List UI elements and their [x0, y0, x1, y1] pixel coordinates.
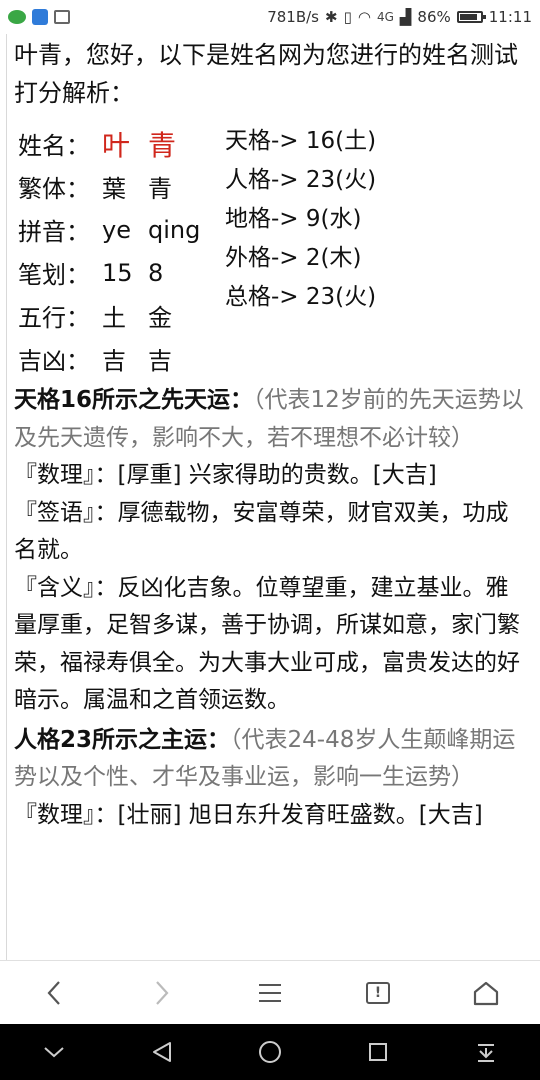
system-home-button[interactable] — [250, 1032, 290, 1072]
name-table: 姓名： 叶 青 繁体： 葉 青 拼音： ye qing 笔划： 15 8 五行： — [12, 122, 528, 380]
name-row-strokes: 笔划： 15 8 — [18, 251, 223, 294]
gallery-icon — [54, 10, 70, 24]
renge-section-head: 人格23所示之主运：（代表24-48岁人生颠峰期运势以及个性、才华及事业运，影响… — [12, 722, 528, 797]
system-back-button[interactable] — [142, 1032, 182, 1072]
tiange-shuli: 『数理』：[厚重] 兴家得助的贵数。[大吉] — [12, 457, 528, 495]
hanyi-label: 『含义』： — [14, 574, 118, 601]
name-info: 姓名： 叶 青 繁体： 葉 青 拼音： ye qing 笔划： 15 8 五行： — [18, 122, 223, 380]
row-value: 吉 — [102, 347, 126, 375]
intro-text: 叶青，您好，以下是姓名网为您进行的姓名测试打分解析： — [14, 41, 518, 107]
battery-fill — [459, 14, 477, 20]
shuli-text: [厚重] 兴家得助的贵数。[大吉] — [117, 462, 437, 488]
chevron-down-icon — [44, 1047, 64, 1058]
browser-toolbar: ! — [0, 960, 540, 1024]
page-content[interactable]: 叶青，您好，以下是姓名网为您进行的姓名测试打分解析： 姓名： 叶 青 繁体： 葉… — [0, 34, 540, 960]
hide-nav-button[interactable] — [34, 1032, 74, 1072]
pull-down-icon — [478, 1044, 494, 1062]
wifi-icon: ◠ — [357, 8, 371, 26]
shuli-text: [壮丽] 旭日东升发育旺盛数。[大吉] — [117, 801, 483, 828]
tiange-qianyu: 『签语』：厚德载物，安富尊荣，财官双美，功成名就。 — [12, 495, 528, 570]
system-status: 781B/s ✱ ▯ ◠ 4G ▟ 86% 11:11 — [267, 8, 532, 26]
row-label: 五行： — [18, 304, 90, 332]
row-value: ye — [102, 215, 131, 244]
tiange-section-head: 天格16所示之先天运：（代表12岁前的先天运势以及先天遗传，影响不大，若不理想不… — [12, 382, 528, 457]
square-recents-icon — [369, 1043, 387, 1061]
row-label: 笔划： — [18, 261, 90, 289]
name-row-traditional: 繁体： 葉 青 — [18, 165, 223, 208]
tabs-icon: ! — [366, 981, 390, 1004]
system-recents-button[interactable] — [358, 1032, 398, 1072]
five-grids: 天格-> 16(土) 人格-> 23(火) 地格-> 9(水) 外格-> 2(木… — [223, 122, 376, 380]
menu-button[interactable] — [250, 973, 290, 1013]
row-label: 姓名： — [18, 132, 90, 160]
row-value: 吉 — [148, 347, 172, 375]
battery-icon — [456, 11, 486, 23]
vibrate-icon: ▯ — [343, 8, 352, 26]
circle-home-icon — [259, 1041, 281, 1063]
section-title: 人格23所示之主运： — [14, 726, 231, 753]
back-arrow-icon — [47, 980, 60, 1005]
name-row-name: 姓名： 叶 青 — [18, 122, 223, 165]
shuli-label: 『数理』： — [14, 462, 118, 488]
row-value: 15 — [102, 258, 133, 287]
menu-icon — [259, 983, 281, 1002]
row-label: 繁体： — [18, 175, 90, 203]
system-nav-bar — [0, 1024, 540, 1080]
tiange-hanyi: 『含义』：反凶化吉象。位尊望重，建立基业。雅量厚重，足智多谋，善于协调，所谋如意… — [12, 570, 528, 720]
status-bar: 781B/s ✱ ▯ ◠ 4G ▟ 86% 11:11 — [0, 0, 540, 34]
signal-icon: ▟ — [399, 8, 412, 26]
zongge-value: 总格-> 23(火) — [225, 284, 377, 310]
renge-value: 人格-> 23(火) — [225, 167, 377, 193]
shuli-label: 『数理』： — [14, 801, 118, 828]
row-value: 土 — [102, 304, 126, 332]
home-button[interactable] — [466, 973, 506, 1013]
row-value: 葉 — [102, 175, 126, 203]
home-icon — [473, 981, 499, 1005]
name-row-jixiong: 吉凶： 吉 吉 — [18, 337, 223, 380]
network-speed: 781B/s — [267, 8, 319, 26]
renge-shuli: 『数理』：[壮丽] 旭日东升发育旺盛数。[大吉] — [12, 797, 528, 835]
waige-value: 外格-> 2(木) — [225, 245, 362, 271]
battery-percent: 86% — [417, 8, 451, 26]
wechat-icon — [8, 10, 26, 24]
row-value: 叶 — [102, 128, 131, 162]
row-label: 拼音： — [18, 218, 90, 246]
notification-icons — [8, 9, 70, 25]
triangle-back-icon — [153, 1042, 171, 1062]
tabs-button[interactable]: ! — [358, 973, 398, 1013]
forward-button[interactable] — [142, 973, 182, 1013]
name-row-wuxing: 五行： 土 金 — [18, 294, 223, 337]
row-value: 青 — [148, 175, 172, 203]
forward-arrow-icon — [156, 980, 169, 1005]
qianyu-label: 『签语』： — [14, 499, 118, 526]
dige-value: 地格-> 9(水) — [225, 206, 362, 232]
row-value: qing — [148, 215, 201, 244]
tiange-value: 天格-> 16(土) — [225, 128, 377, 154]
section-title: 天格16所示之先天运： — [14, 387, 254, 413]
clock: 11:11 — [488, 8, 532, 26]
signal-type: 4G — [376, 10, 394, 24]
row-value: 金 — [148, 304, 172, 332]
app-notification-icon — [32, 9, 48, 25]
name-row-pinyin: 拼音： ye qing — [18, 208, 223, 251]
tabs-badge: ! — [374, 984, 382, 1001]
row-label: 吉凶： — [18, 347, 90, 375]
row-value: 8 — [148, 258, 164, 287]
notification-pull-button[interactable] — [466, 1032, 506, 1072]
bluetooth-icon: ✱ — [325, 8, 338, 26]
back-button[interactable] — [34, 973, 74, 1013]
row-value: 青 — [148, 128, 177, 162]
